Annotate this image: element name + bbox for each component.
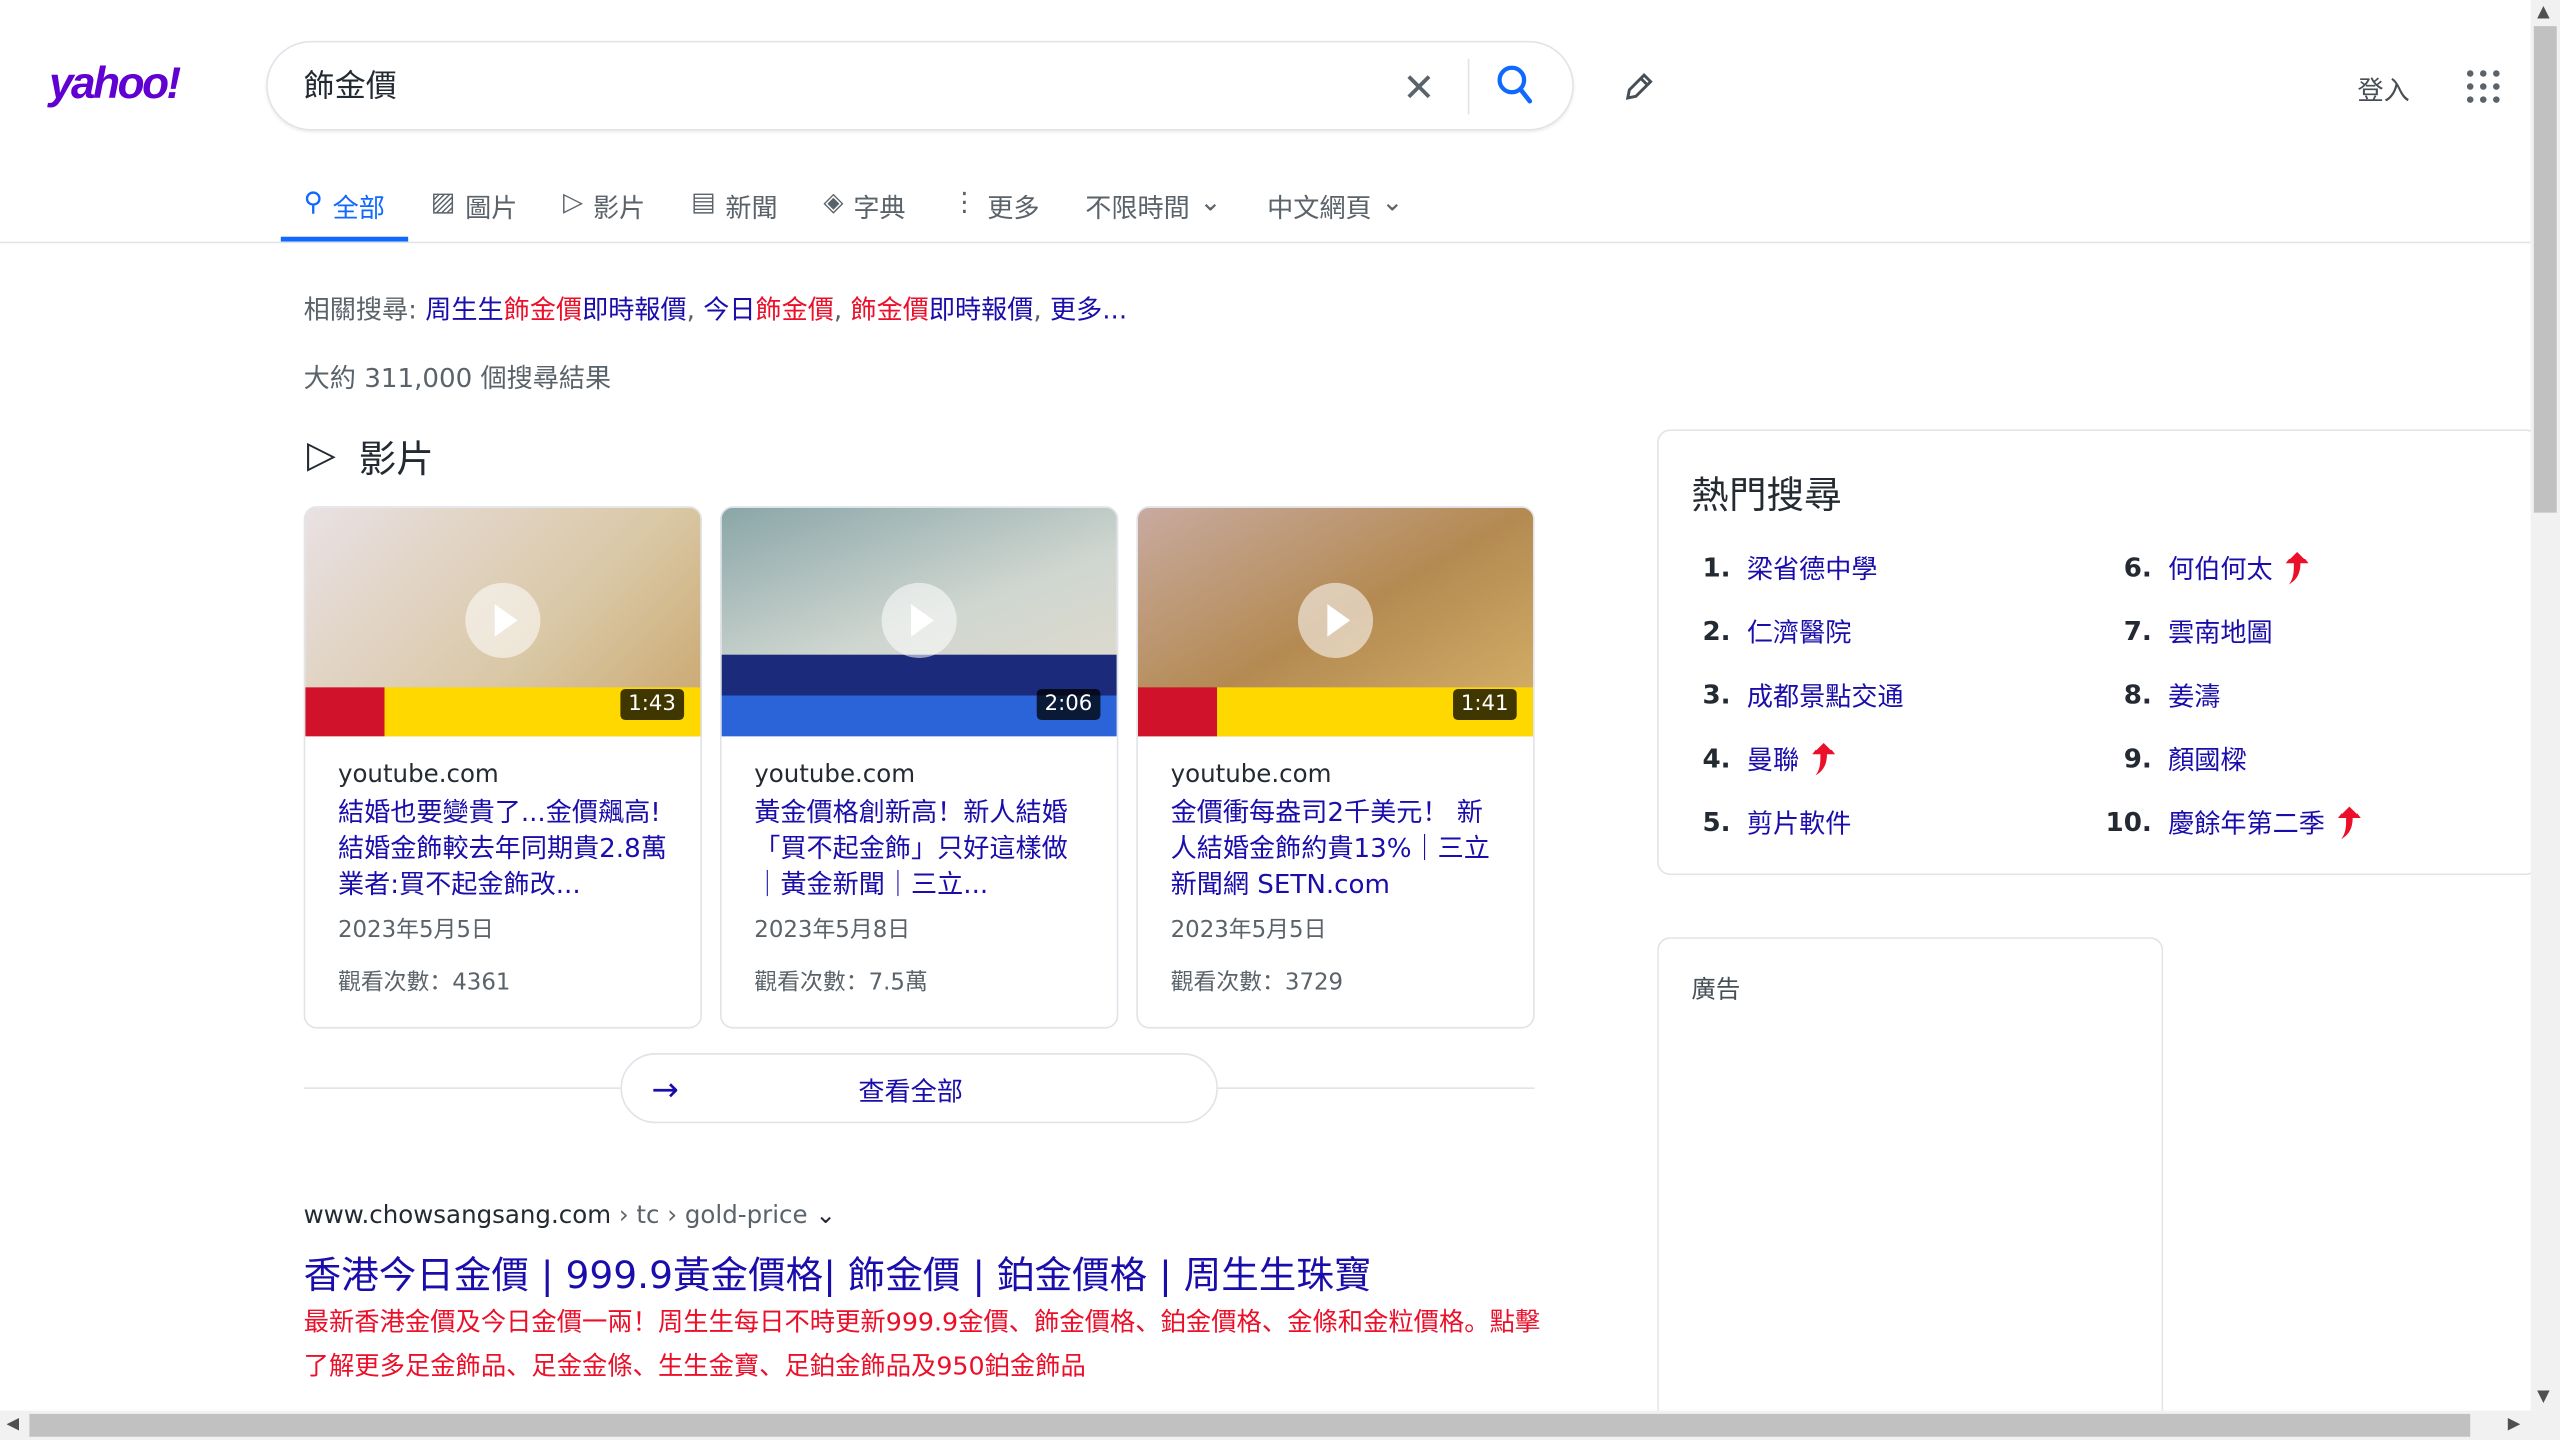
more-icon: ⋮ <box>951 186 978 218</box>
trending-item[interactable]: 8. 姜濤 <box>2103 674 2221 713</box>
search-input[interactable] <box>303 65 1349 102</box>
dictionary-icon: ◈ <box>823 186 844 218</box>
search-tabs: ⚲ 全部 ▨ 圖片 ▷ 影片 ▤ 新聞 ◈ 字典 ⋮ 更多 不限時間 ⌄ 中文網頁 ⌄ <box>280 176 1426 242</box>
trending-item[interactable]: 10. 慶餘年第二季 <box>2103 802 2364 841</box>
chevron-down-icon[interactable]: ⌄ <box>815 1200 836 1229</box>
pencil-icon[interactable] <box>1621 69 1657 111</box>
result-description: 最新香港金價及今日金價一兩！周生生每日不時更新999.9金價、飾金價格、鉑金價格… <box>303 1307 1541 1382</box>
video-thumbnail[interactable]: 1:41 <box>1137 507 1534 737</box>
trending-link[interactable]: 顏國樑 <box>2168 738 2246 777</box>
time-filter-dropdown[interactable]: 不限時間 ⌄ <box>1062 176 1244 241</box>
trending-link[interactable]: 姜濤 <box>2168 674 2220 713</box>
scroll-right-icon[interactable]: ▶ <box>2508 1416 2521 1434</box>
video-card[interactable]: 2:06 youtube.com 黃金價格創新高！新人結婚「買不起金飾」只好這樣… <box>719 506 1119 1029</box>
trending-link[interactable]: 慶餘年第二季 <box>2168 802 2325 841</box>
trending-title: 熱門搜尋 <box>1691 475 1842 518</box>
divider <box>1467 58 1470 115</box>
trending-item[interactable]: 4. 曼聯 <box>1682 738 1839 777</box>
trending-item[interactable]: 7. 雲南地圖 <box>2103 611 2273 650</box>
trending-item[interactable]: 2. 仁濟醫院 <box>1682 611 1852 650</box>
trending-rank: 5. <box>1702 805 1731 837</box>
result-count: 大約 311,000 個搜尋結果 <box>303 362 612 394</box>
news-icon: ▤ <box>690 186 716 218</box>
play-icon <box>881 582 957 658</box>
ad-panel: 廣告 <box>1657 937 2164 1427</box>
video-thumbnail[interactable]: 1:43 <box>305 507 701 737</box>
clear-icon[interactable]: ✕ <box>1402 65 1435 111</box>
search-icon: ⚲ <box>303 186 323 218</box>
trending-rank: 1. <box>1702 551 1731 583</box>
scroll-down-icon[interactable]: ▼ <box>2537 1388 2550 1406</box>
play-icon: ▷ <box>306 434 336 477</box>
horizontal-scrollbar-thumb[interactable] <box>29 1413 2471 1437</box>
video-card[interactable]: 1:43 youtube.com 結婚也要變貴了...金價飆高! 結婚金飾較去年… <box>303 506 703 1029</box>
tab-all[interactable]: ⚲ 全部 <box>280 176 408 242</box>
trending-link[interactable]: 何伯何太 <box>2168 547 2273 586</box>
trending-rank: 6. <box>2123 551 2152 583</box>
chevron-down-icon: ⌄ <box>1381 186 1404 218</box>
play-icon <box>465 582 541 658</box>
video-title[interactable]: 結婚也要變貴了...金價飆高! 結婚金飾較去年同期貴2.8萬 業者:買不起金飾改… <box>338 795 668 903</box>
trending-link[interactable]: 仁濟醫院 <box>1747 611 1852 650</box>
play-icon: ▷ <box>563 186 584 218</box>
trending-link[interactable]: 成都景點交通 <box>1747 674 1904 713</box>
image-icon: ▨ <box>430 186 456 218</box>
arrow-right-icon: → <box>651 1068 679 1108</box>
tab-more[interactable]: ⋮ 更多 <box>928 176 1062 241</box>
scroll-left-icon[interactable]: ◀ <box>7 1416 20 1434</box>
search-icon <box>1497 65 1533 104</box>
page: yahoo! ✕ 登入 ⚲全部 ▨圖片 ▷影片 ▤新聞 ◈字典 ⋮更多 不限時間… <box>0 0 2560 1440</box>
search-box: ✕ <box>266 40 1574 131</box>
trending-up-icon <box>2337 803 2361 840</box>
trending-item[interactable]: 9. 顏國樑 <box>2103 738 2247 777</box>
trending-rank: 4. <box>1702 742 1731 774</box>
trending-link[interactable]: 曼聯 <box>1747 738 1799 777</box>
trending-item[interactable]: 6. 何伯何太 <box>2103 547 2312 586</box>
apps-grid-icon[interactable] <box>2466 70 2500 103</box>
language-filter-dropdown[interactable]: 中文網頁 ⌄ <box>1244 176 1426 241</box>
tab-dictionary[interactable]: ◈ 字典 <box>801 176 929 241</box>
trending-item[interactable]: 3. 成都景點交通 <box>1682 674 1904 713</box>
trending-rank: 9. <box>2123 742 2152 774</box>
search-button[interactable] <box>1496 64 1535 113</box>
trending-item[interactable]: 5. 剪片軟件 <box>1682 802 1852 841</box>
result-url[interactable]: www.chowsangsang.com › tc › gold-price ⌄ <box>304 1200 836 1229</box>
scroll-up-icon[interactable]: ▲ <box>2537 3 2550 21</box>
chevron-down-icon: ⌄ <box>1199 186 1222 218</box>
vertical-scrollbar-thumb[interactable] <box>2533 26 2557 513</box>
trending-rank: 3. <box>1702 678 1731 710</box>
trending-item[interactable]: 1. 梁省德中學 <box>1682 547 1878 586</box>
video-thumbnail[interactable]: 2:06 <box>721 507 1117 737</box>
trending-link[interactable]: 雲南地圖 <box>2168 611 2273 650</box>
yahoo-logo[interactable]: yahoo! <box>49 59 181 110</box>
trending-link[interactable]: 梁省德中學 <box>1747 547 1878 586</box>
result-title-link[interactable]: 香港今日金價 | 999.9黃金價格| 飾金價 | 鉑金價格 | 周生生珠寶 <box>304 1244 1372 1300</box>
trending-link[interactable]: 剪片軟件 <box>1747 802 1852 841</box>
related-link[interactable]: 周生生飾金價即時報價 <box>425 294 686 325</box>
video-card[interactable]: 1:41 youtube.com 金價衝每盎司2千美元！ 新人結婚金飾約貴13%… <box>1136 506 1535 1029</box>
related-link[interactable]: 飾金價即時報價 <box>850 294 1033 325</box>
video-title[interactable]: 金價衝每盎司2千美元！ 新人結婚金飾約貴13%｜三立新聞網 SETN.com <box>1171 795 1501 903</box>
trending-rank: 10. <box>2105 805 2152 837</box>
trending-rank: 7. <box>2123 614 2152 646</box>
trending-rank: 8. <box>2123 678 2152 710</box>
tab-news[interactable]: ▤ 新聞 <box>668 176 800 241</box>
divider <box>0 241 2531 244</box>
related-link[interactable]: 今日飾金價 <box>703 294 834 325</box>
trending-up-icon <box>1812 739 1836 776</box>
related-searches: 相關搜尋: 周生生飾金價即時報價, 今日飾金價, 飾金價即時報價, 更多... <box>303 293 1128 325</box>
video-title[interactable]: 黃金價格創新高！新人結婚「買不起金飾」只好這樣做｜黃金新聞｜三立... <box>754 795 1084 903</box>
see-all-videos-button[interactable]: → 查看全部 <box>620 1053 1218 1124</box>
play-icon <box>1297 582 1374 658</box>
videos-heading: ▷ 影片 <box>306 434 434 482</box>
related-more-link[interactable]: 更多... <box>1050 294 1127 325</box>
trending-up-icon <box>2285 548 2309 585</box>
tab-images[interactable]: ▨ 圖片 <box>408 176 540 241</box>
login-link[interactable]: 登入 <box>2358 69 2410 108</box>
tab-videos[interactable]: ▷ 影片 <box>540 176 668 241</box>
trending-rank: 2. <box>1702 614 1731 646</box>
